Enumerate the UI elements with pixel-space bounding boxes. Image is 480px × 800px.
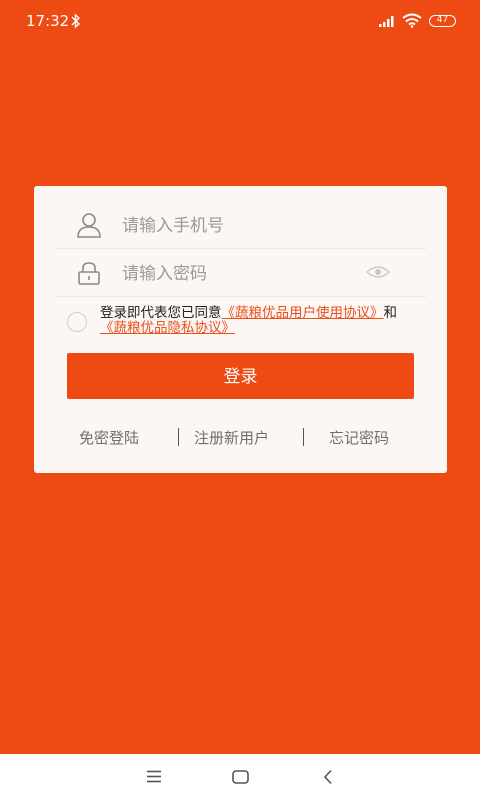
back-icon[interactable] [322,769,334,785]
passwordless-login-link[interactable]: 免密登陆 [79,427,139,448]
login-button[interactable]: 登录 [67,353,414,399]
agreement-text: 登录即代表您已同意《蔬粮优品用户使用协议》和《蔬粮优品隐私协议》 [100,306,410,336]
bluetooth-icon [71,13,81,29]
user-agreement-link[interactable]: 《蔬粮优品用户使用协议》 [222,305,384,321]
battery-level: 47 [436,15,449,25]
agreement-conjunction: 和 [383,305,398,321]
user-icon [77,213,101,238]
eye-icon[interactable] [366,264,390,280]
privacy-policy-link[interactable]: 《蔬粮优品隐私协议》 [100,320,235,336]
wifi-icon [402,13,422,28]
status-time: 17:32 [26,12,70,30]
password-input[interactable] [120,258,354,290]
signal-icon [379,16,394,27]
agreement-prefix: 登录即代表您已同意 [100,305,222,321]
battery-indicator: 47 [429,15,456,27]
register-link[interactable]: 注册新用户 [194,427,269,448]
system-nav-bar [0,754,480,800]
status-bar: 17:32 47 [0,0,480,44]
bottom-links: 免密登陆 注册新用户 忘记密码 [67,418,414,456]
password-field-row [56,250,426,297]
agreement-checkbox[interactable] [67,312,87,332]
menu-icon[interactable] [146,770,162,783]
phone-field-row [56,202,426,249]
divider [178,428,179,446]
forgot-password-link[interactable]: 忘记密码 [329,427,389,448]
divider [303,428,304,446]
phone-input[interactable] [120,210,354,242]
lock-icon [78,262,100,285]
login-card: 登录即代表您已同意《蔬粮优品用户使用协议》和《蔬粮优品隐私协议》 登录 免密登陆… [34,186,447,473]
home-icon[interactable] [232,770,249,784]
